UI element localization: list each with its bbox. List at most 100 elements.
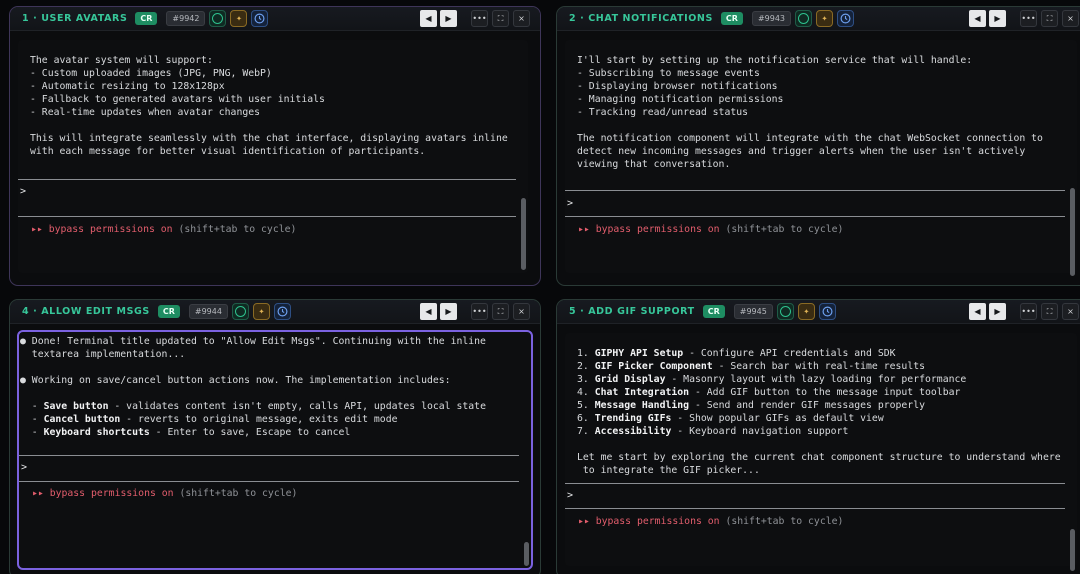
- bypass-status: ▸▸ bypass permissions on: [32, 488, 174, 499]
- sparkle-icon[interactable]: ✦: [252, 303, 270, 320]
- bypass-status: ▸▸ bypass permissions on: [578, 224, 720, 235]
- next-button[interactable]: ▶: [989, 10, 1006, 27]
- issue-id-badge[interactable]: #9943: [751, 11, 791, 26]
- prev-button[interactable]: ◀: [420, 303, 437, 320]
- bold-term: Save button: [43, 401, 109, 412]
- output-line: - Fallback to generated avatars with use…: [30, 94, 325, 105]
- cycle-hint: (shift+tab to cycle): [173, 488, 298, 499]
- permission-status: ▸▸ bypass permissions on (shift+tab to c…: [32, 488, 297, 499]
- terminal-pane-chat-notifications[interactable]: 2 · CHAT NOTIFICATIONS CR #9943 ✦ ◀ ▶ ••• ⛶ × I'l…: [556, 6, 1080, 286]
- output-line: ● Done! Terminal title updated to "Allow…: [20, 336, 486, 347]
- terminal-output: 1. GIPHY API Setup - Configure API crede…: [577, 347, 1061, 477]
- terminal-body[interactable]: I'll start by setting up the notificatio…: [565, 40, 1077, 276]
- output-line: 3. Grid Display - Masonry layout with la…: [577, 374, 967, 385]
- clock-icon[interactable]: [251, 10, 269, 27]
- close-icon[interactable]: ×: [1062, 303, 1079, 320]
- pull-request-icon[interactable]: [209, 10, 227, 27]
- terminal-body[interactable]: The avatar system will support: - Custom …: [18, 40, 528, 273]
- issue-id-badge[interactable]: #9945: [733, 304, 773, 319]
- terminal-pane-allow-edit-msgs[interactable]: 4 · ALLOW EDIT MSGS CR #9944 ✦ ◀ ▶ ••• ⛶ × ● Done…: [9, 299, 541, 574]
- bold-term: Grid Display: [594, 374, 666, 385]
- output-line: ● Working on save/cancel button actions …: [20, 375, 451, 386]
- clock-icon[interactable]: [837, 10, 854, 27]
- pull-request-icon[interactable]: [776, 303, 794, 320]
- scrollbar-thumb[interactable]: [524, 542, 529, 566]
- expand-icon[interactable]: ⛶: [1041, 303, 1058, 320]
- next-button[interactable]: ▶: [440, 10, 457, 27]
- output-line: 7. Accessibility - Keyboard navigation s…: [577, 426, 849, 437]
- input-divider-bottom: [18, 216, 516, 217]
- cycle-hint: (shift+tab to cycle): [172, 224, 297, 235]
- pane-title: 5 · ADD GIF SUPPORT: [569, 306, 695, 317]
- scrollbar-thumb[interactable]: [521, 198, 526, 270]
- output-line: - Automatic resizing to 128x128px: [30, 81, 225, 92]
- output-line: - Managing notification permissions: [577, 94, 784, 105]
- input-divider-top: [565, 483, 1065, 484]
- scrollbar-thumb[interactable]: [1070, 188, 1075, 276]
- prev-button[interactable]: ◀: [969, 303, 986, 320]
- cr-badge: CR: [720, 12, 743, 25]
- command-input[interactable]: >: [567, 198, 573, 209]
- expand-icon[interactable]: ⛶: [492, 303, 509, 320]
- prev-button[interactable]: ◀: [969, 10, 986, 27]
- pane-title: 2 · CHAT NOTIFICATIONS: [569, 13, 713, 24]
- terminal-output: I'll start by setting up the notificatio…: [577, 54, 1061, 171]
- expand-icon[interactable]: ⛶: [1041, 10, 1058, 27]
- cr-badge: CR: [702, 305, 725, 318]
- output-line: - Custom uploaded images (JPG, PNG, WebP…: [30, 68, 272, 79]
- pane-title: 4 · ALLOW EDIT MSGS: [22, 306, 150, 317]
- pane-title: 1 · USER AVATARS: [22, 13, 128, 24]
- clock-icon[interactable]: [273, 303, 291, 320]
- output-line: 2. GIF Picker Component - Search bar wit…: [577, 361, 926, 372]
- command-input[interactable]: >: [20, 186, 26, 197]
- input-divider-bottom: [565, 216, 1065, 217]
- output-line: 6. Trending GIFs - Show popular GIFs as …: [577, 413, 884, 424]
- clock-icon[interactable]: [818, 303, 836, 320]
- pane-header: 4 · ALLOW EDIT MSGS CR #9944 ✦ ◀ ▶ ••• ⛶ ×: [10, 300, 540, 324]
- cycle-hint: (shift+tab to cycle): [719, 224, 844, 235]
- command-input[interactable]: >: [21, 462, 27, 473]
- output-line: to integrate the GIF picker...: [577, 465, 760, 476]
- more-options-button[interactable]: •••: [1020, 10, 1037, 27]
- terminal-pane-user-avatars[interactable]: 1 · USER AVATARS CR #9942 ✦ ◀ ▶ ••• ⛶ × The avata…: [9, 6, 541, 286]
- bold-term: GIF Picker Component: [594, 361, 713, 372]
- output-line: I'll start by setting up the notificatio…: [577, 55, 973, 66]
- issue-id-badge[interactable]: #9942: [166, 11, 206, 26]
- command-input[interactable]: >: [567, 490, 573, 501]
- close-icon[interactable]: ×: [513, 10, 530, 27]
- permission-status: ▸▸ bypass permissions on (shift+tab to c…: [31, 224, 296, 235]
- output-line: - Tracking read/unread status: [577, 107, 749, 118]
- issue-id-badge[interactable]: #9944: [188, 304, 228, 319]
- close-icon[interactable]: ×: [513, 303, 530, 320]
- output-line: - Subscribing to message events: [577, 68, 760, 79]
- output-line: textarea implementation...: [20, 349, 186, 360]
- bold-term: Message Handling: [594, 400, 690, 411]
- output-line: with each message for better visual iden…: [30, 146, 426, 157]
- bold-term: Chat Integration: [594, 387, 690, 398]
- scrollbar-thumb[interactable]: [1070, 529, 1075, 571]
- cr-badge: CR: [135, 12, 158, 25]
- terminal-pane-add-gif-support[interactable]: 5 · ADD GIF SUPPORT CR #9945 ✦ ◀ ▶ ••• ⛶ × 1. GIP…: [556, 299, 1080, 574]
- expand-icon[interactable]: ⛶: [492, 10, 509, 27]
- next-button[interactable]: ▶: [440, 303, 457, 320]
- sparkle-icon[interactable]: ✦: [816, 10, 833, 27]
- close-icon[interactable]: ×: [1062, 10, 1079, 27]
- next-button[interactable]: ▶: [989, 303, 1006, 320]
- pane-header: 1 · USER AVATARS CR #9942 ✦ ◀ ▶ ••• ⛶ ×: [10, 7, 540, 31]
- sparkle-icon[interactable]: ✦: [797, 303, 815, 320]
- more-options-button[interactable]: •••: [471, 303, 488, 320]
- terminal-output: ● Done! Terminal title updated to "Allow…: [20, 335, 515, 439]
- terminal-body[interactable]: ● Done! Terminal title updated to "Allow…: [17, 330, 533, 570]
- pull-request-icon[interactable]: [795, 10, 812, 27]
- pull-request-icon[interactable]: [231, 303, 249, 320]
- terminal-body[interactable]: 1. GIPHY API Setup - Configure API crede…: [565, 333, 1077, 571]
- more-options-button[interactable]: •••: [471, 10, 488, 27]
- output-line: - Keyboard shortcuts - Enter to save, Es…: [20, 427, 351, 438]
- prev-button[interactable]: ◀: [420, 10, 437, 27]
- sparkle-icon[interactable]: ✦: [230, 10, 248, 27]
- more-options-button[interactable]: •••: [1020, 303, 1037, 320]
- output-line: - Real-time updates when avatar changes: [30, 107, 261, 118]
